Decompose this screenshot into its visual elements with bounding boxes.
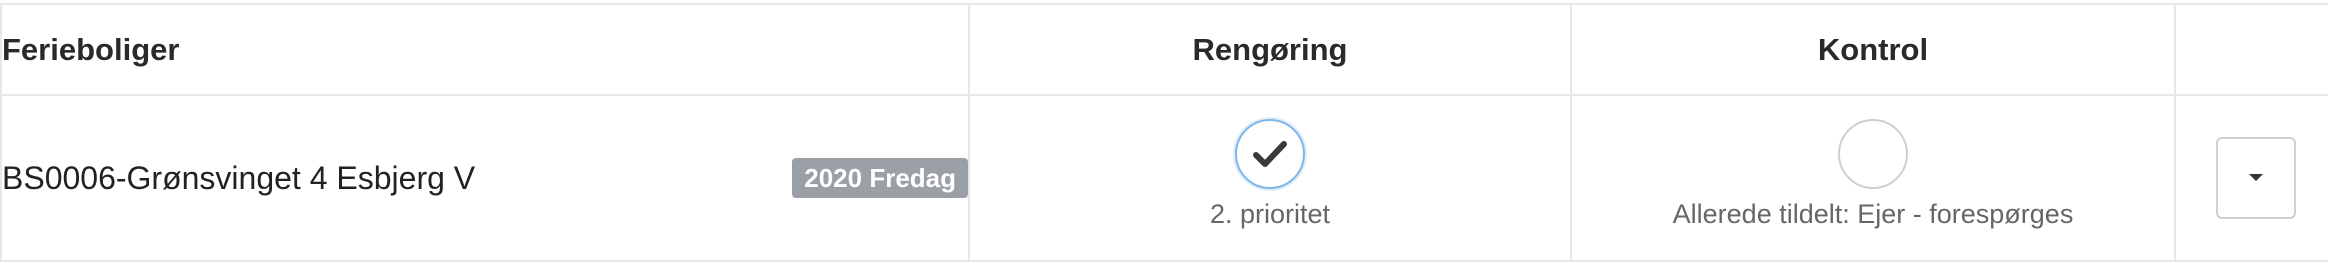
header-actions [2174, 3, 2328, 96]
control-toggle[interactable] [1838, 118, 1908, 189]
bookings-table: Ferieboliger Rengøring Kontrol BS0006-Gr… [0, 3, 2328, 262]
status-badge: 2020 Fredag [792, 158, 968, 198]
header-properties: Ferieboliger [0, 3, 970, 96]
control-cell: Allerede tildelt: Ejer - forespørges [1570, 94, 2176, 262]
cleaning-priority-label: 2. prioritet [1209, 198, 1331, 229]
header-cleaning: Rengøring [968, 3, 1572, 96]
control-status: Allerede tildelt: Ejer - forespørges [1572, 118, 2174, 230]
control-assigned-label: Allerede tildelt: Ejer - forespørges [1672, 198, 2074, 229]
row-actions-dropdown-button[interactable] [2216, 137, 2296, 219]
header-control: Kontrol [1570, 3, 2176, 96]
header-row: Ferieboliger Rengøring Kontrol [0, 3, 2328, 96]
actions-cell [2174, 94, 2328, 262]
cleaning-toggle[interactable] [1235, 118, 1305, 189]
property-cell: BS0006-Grønsvinget 4 Esbjerg V 2020 Fred… [0, 94, 970, 262]
cleaning-cell: 2. prioritet [968, 94, 1572, 262]
caret-down-icon [2249, 174, 2263, 181]
table-header: Ferieboliger Rengøring Kontrol [0, 3, 2328, 96]
table-row: BS0006-Grønsvinget 4 Esbjerg V 2020 Fred… [0, 94, 2328, 262]
check-icon [1253, 140, 1287, 167]
property-row: BS0006-Grønsvinget 4 Esbjerg V 2020 Fred… [2, 158, 968, 198]
property-name: BS0006-Grønsvinget 4 Esbjerg V [2, 159, 476, 196]
cleaning-status: 2. prioritet [970, 118, 1570, 230]
